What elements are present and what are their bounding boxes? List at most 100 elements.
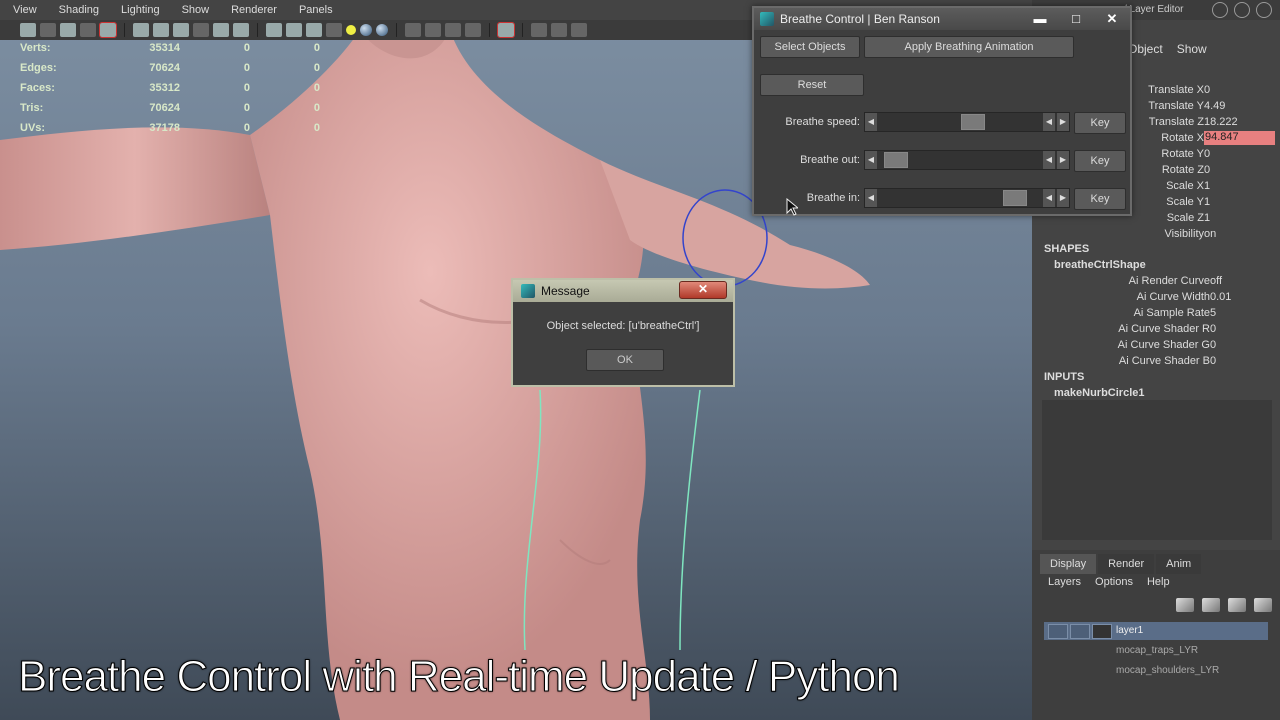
menu-renderer[interactable]: Renderer: [218, 4, 286, 16]
shape-attr-value[interactable]: 0: [1210, 355, 1216, 367]
breathe-in-slider[interactable]: ◀ ◀ ▶: [864, 188, 1070, 208]
layer-menu-options[interactable]: Options: [1095, 576, 1133, 588]
visibility-toggle[interactable]: [1048, 624, 1068, 639]
shape-attr-value[interactable]: 5: [1210, 307, 1216, 319]
grid-icon[interactable]: [80, 23, 96, 37]
channel-value[interactable]: 1: [1204, 196, 1274, 208]
move-down-layer-icon[interactable]: [1254, 598, 1272, 612]
input-node-name[interactable]: makeNurbCircle1: [1054, 387, 1145, 399]
layer-menu-help[interactable]: Help: [1147, 576, 1170, 588]
select-objects-button[interactable]: Select Objects: [760, 36, 860, 58]
display-type-toggle[interactable]: [1070, 624, 1090, 639]
slider-right-arrow-icon[interactable]: ▶: [1057, 113, 1069, 131]
slider-handle[interactable]: [884, 152, 908, 168]
tab-display[interactable]: Display: [1040, 554, 1097, 574]
channel-value[interactable]: 1: [1204, 212, 1274, 224]
move-up-layer-icon[interactable]: [1228, 598, 1246, 612]
cube-wire-icon[interactable]: [531, 23, 547, 37]
slider-left-arrow-icon[interactable]: ◀: [1043, 151, 1055, 169]
channel-value[interactable]: 18.222: [1204, 116, 1274, 128]
slider-left-arrow-icon[interactable]: ◀: [865, 113, 877, 131]
panel-toggle-icon[interactable]: [1212, 2, 1228, 18]
layer-row[interactable]: mocap_traps_LYR: [1044, 642, 1268, 660]
channel-value-keyed[interactable]: 94.847: [1204, 131, 1275, 145]
breathe-speed-slider[interactable]: ◀ ◀ ▶: [864, 112, 1070, 132]
shape-attr-value[interactable]: 0.01: [1210, 291, 1231, 303]
hud-row: Tris: 70624 0 0: [20, 98, 320, 118]
new-layer-icon[interactable]: [1176, 598, 1194, 612]
tab-anim[interactable]: Anim: [1156, 554, 1202, 574]
minimize-icon[interactable]: ▬: [1022, 11, 1058, 27]
bookmark-icon[interactable]: [40, 23, 56, 37]
layer-row[interactable]: mocap_shoulders_LYR: [1044, 662, 1268, 680]
channel-value[interactable]: 4.49: [1204, 100, 1274, 112]
channel-value[interactable]: 1: [1204, 180, 1274, 192]
smooth-shade-icon[interactable]: [153, 23, 169, 37]
image-plane-icon[interactable]: [60, 23, 76, 37]
menu-shading[interactable]: Shading: [46, 4, 108, 16]
apply-breathing-animation-button[interactable]: Apply Breathing Animation: [864, 36, 1074, 58]
light-icon[interactable]: [346, 25, 356, 35]
multisample-icon[interactable]: [445, 23, 461, 37]
cube-blue-icon[interactable]: [286, 23, 302, 37]
cube-outline-icon[interactable]: [306, 23, 322, 37]
shadow-ball-icon[interactable]: [360, 24, 372, 36]
ssao-icon[interactable]: [465, 23, 481, 37]
ambient-ball-icon[interactable]: [376, 24, 388, 36]
cube-icon[interactable]: [266, 23, 282, 37]
slider-right-arrow-icon[interactable]: ▶: [1057, 151, 1069, 169]
dialog-close-button[interactable]: ✕: [679, 281, 727, 299]
channel-menu-object[interactable]: Object: [1128, 42, 1163, 56]
shape-attr-value[interactable]: 0: [1210, 339, 1216, 351]
slider-handle[interactable]: [1003, 190, 1027, 206]
channel-visibility[interactable]: Visibility on: [1032, 226, 1280, 242]
resolution-gate-icon[interactable]: [99, 22, 117, 38]
new-layer-from-selected-icon[interactable]: [1202, 598, 1220, 612]
panel-toggle-icon[interactable]: [1234, 2, 1250, 18]
checker-icon[interactable]: [326, 23, 342, 37]
channel-value[interactable]: 0: [1204, 84, 1274, 96]
ok-button[interactable]: OK: [586, 349, 664, 371]
slider-right-arrow-icon[interactable]: ▶: [1057, 189, 1069, 207]
slider-left-arrow-icon[interactable]: ◀: [1043, 189, 1055, 207]
channel-value[interactable]: on: [1204, 228, 1274, 240]
channel-value[interactable]: 0: [1204, 164, 1274, 176]
maximize-icon[interactable]: □: [1058, 11, 1094, 27]
xray-icon[interactable]: [213, 23, 229, 37]
menu-panels[interactable]: Panels: [286, 4, 342, 16]
menu-view[interactable]: View: [0, 4, 46, 16]
slider-handle[interactable]: [961, 114, 985, 130]
wireframe-on-shaded-icon[interactable]: [173, 23, 189, 37]
reset-button[interactable]: Reset: [760, 74, 864, 96]
window-titlebar[interactable]: Breathe Control | Ben Ranson ▬ □ ✕: [754, 8, 1130, 30]
share-icon[interactable]: [571, 23, 587, 37]
channel-value[interactable]: 0: [1204, 148, 1274, 160]
color-swatch[interactable]: [1092, 624, 1112, 639]
camera-icon[interactable]: [20, 23, 36, 37]
select-cursor-icon[interactable]: [497, 22, 515, 38]
breathe-out-slider[interactable]: ◀ ◀ ▶: [864, 150, 1070, 170]
menu-show[interactable]: Show: [169, 4, 219, 16]
slider-left-arrow-icon[interactable]: ◀: [1043, 113, 1055, 131]
wireframe-icon[interactable]: [133, 23, 149, 37]
scene-cube-icon[interactable]: [551, 23, 567, 37]
key-speed-button[interactable]: Key: [1074, 112, 1126, 134]
shape-attr-value[interactable]: off: [1210, 275, 1222, 287]
isolate-icon[interactable]: [405, 23, 421, 37]
tab-render[interactable]: Render: [1098, 554, 1155, 574]
layer-row[interactable]: layer1: [1044, 622, 1268, 640]
text-icon[interactable]: [233, 23, 249, 37]
key-out-button[interactable]: Key: [1074, 150, 1126, 172]
textured-icon[interactable]: [193, 23, 209, 37]
shape-node-name[interactable]: breatheCtrlShape: [1054, 259, 1146, 271]
menu-lighting[interactable]: Lighting: [108, 4, 169, 16]
shape-attr-value[interactable]: 0: [1210, 323, 1216, 335]
slider-left-arrow-icon[interactable]: ◀: [865, 151, 877, 169]
channel-menu-show[interactable]: Show: [1177, 42, 1207, 56]
motion-blur-icon[interactable]: [425, 23, 441, 37]
panel-toggle-icon[interactable]: [1256, 2, 1272, 18]
layer-menu-layers[interactable]: Layers: [1048, 576, 1081, 588]
slider-left-arrow-icon[interactable]: ◀: [865, 189, 877, 207]
key-in-button[interactable]: Key: [1074, 188, 1126, 210]
close-icon[interactable]: ✕: [1094, 11, 1130, 27]
